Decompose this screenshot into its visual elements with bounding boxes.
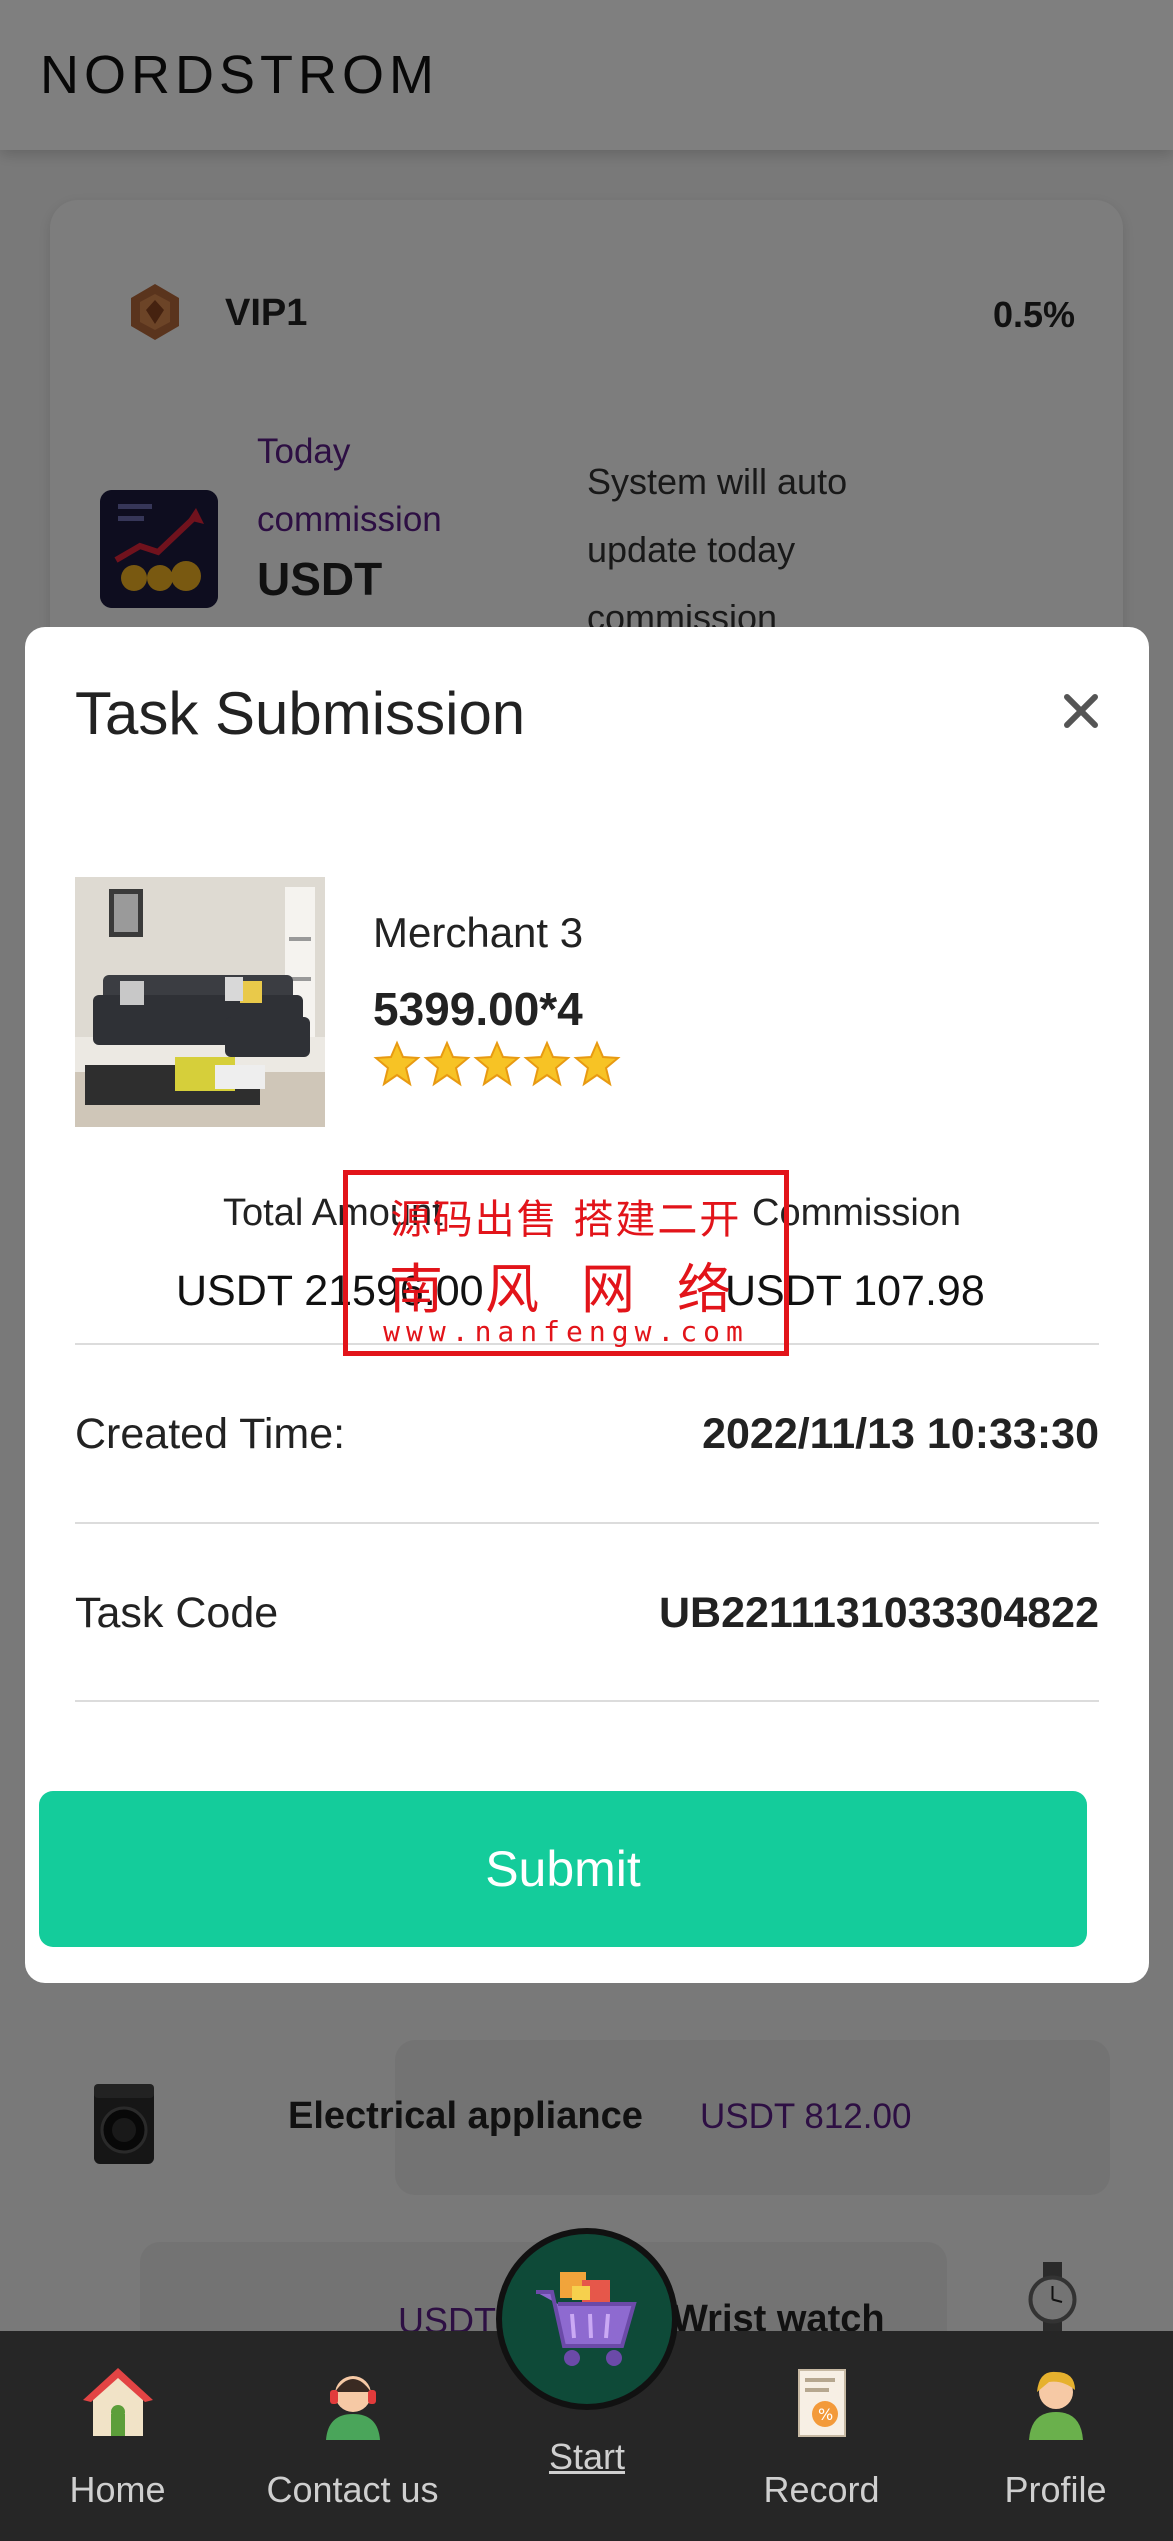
rating-stars (373, 1040, 621, 1092)
stamp-line-3: www.nanfengw.com (383, 1315, 749, 1348)
nav-home[interactable]: Home (0, 2331, 235, 2541)
created-time-label: Created Time: (75, 1410, 346, 1458)
star-icon (573, 1040, 621, 1087)
start-button[interactable] (496, 2228, 678, 2410)
home-icon (82, 2368, 153, 2436)
support-agent-icon (325, 2376, 380, 2440)
nav-profile[interactable]: Profile (938, 2331, 1173, 2541)
nav-home-label: Home (69, 2469, 166, 2510)
star-icon (373, 1040, 421, 1087)
close-icon[interactable] (1057, 687, 1105, 735)
modal-title: Task Submission (75, 680, 526, 747)
watermark-stamp: 源码出售 搭建二开 南风网络 www.nanfengw.com (343, 1170, 789, 1356)
created-time-value: 2022/11/13 10:33:30 (702, 1410, 1099, 1458)
divider (75, 1700, 1099, 1702)
price-quantity: 5399.00*4 (373, 983, 583, 1035)
profile-avatar-icon (1028, 2371, 1083, 2440)
nav-start-label[interactable]: Start (496, 2436, 678, 2478)
star-icon (473, 1040, 521, 1087)
stamp-line-1: 源码出售 搭建二开 (390, 1197, 742, 1243)
divider (75, 1522, 1099, 1524)
nav-record[interactable]: % Record (704, 2331, 939, 2541)
nav-profile-label: Profile (1004, 2469, 1107, 2510)
star-icon (423, 1040, 471, 1087)
shopping-cart-icon (536, 2272, 637, 2366)
nav-contact-label: Contact us (266, 2469, 439, 2510)
task-code-label: Task Code (75, 1589, 279, 1637)
nav-record-label: Record (763, 2469, 880, 2510)
nav-contact[interactable]: Contact us (235, 2331, 470, 2541)
stamp-line-2: 南风网络 (389, 1258, 773, 1321)
sofa-product-image (75, 877, 325, 1127)
svg-text:%: % (818, 2405, 833, 2424)
star-icon (523, 1040, 571, 1087)
merchant-name: Merchant 3 (373, 909, 584, 956)
record-receipt-icon: % (797, 2369, 846, 2437)
submit-button[interactable]: Submit (39, 1791, 1087, 1947)
task-code-value: UB2211131033304822 (659, 1589, 1099, 1637)
